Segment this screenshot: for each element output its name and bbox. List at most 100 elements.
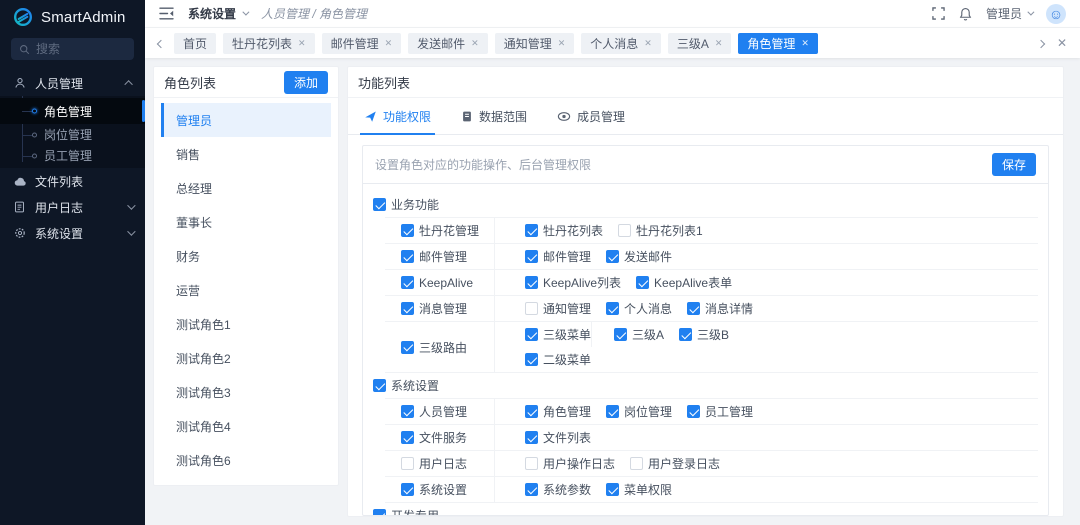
sidebar-item-role-management[interactable]: 角色管理: [0, 98, 145, 124]
permission-checkbox-item[interactable]: KeepAlive表单: [636, 274, 732, 291]
checkbox-checked[interactable]: [401, 340, 414, 354]
tabs-scroll-left-icon[interactable]: [155, 36, 167, 50]
role-list-item[interactable]: 财务: [161, 239, 331, 273]
app-logo[interactable]: SmartAdmin: [0, 0, 145, 32]
close-icon[interactable]: ✕: [385, 38, 393, 49]
permission-checkbox-item[interactable]: 岗位管理: [606, 403, 672, 420]
tabs-scroll-right-icon[interactable]: [1035, 36, 1047, 50]
page-tab[interactable]: 牡丹花列表 ✕: [223, 32, 315, 54]
permission-checkbox-item[interactable]: 系统设置: [373, 377, 439, 394]
permission-checkbox-item[interactable]: 三级路由: [401, 339, 467, 356]
page-tab[interactable]: 三级A ✕: [667, 32, 732, 54]
page-tab[interactable]: 发送邮件 ✕: [408, 32, 488, 54]
role-list-item[interactable]: 销售: [161, 137, 331, 171]
panel-tab[interactable]: 成员管理: [557, 98, 625, 134]
sidebar-search[interactable]: [11, 38, 134, 60]
add-role-button[interactable]: 添加: [283, 70, 328, 94]
checkbox-checked[interactable]: [525, 405, 538, 418]
checkbox-checked[interactable]: [525, 328, 538, 341]
checkbox-checked[interactable]: [679, 328, 693, 341]
permission-checkbox-item[interactable]: 消息详情: [687, 300, 753, 317]
sidebar-item-post-management[interactable]: 岗位管理: [0, 124, 145, 145]
user-menu[interactable]: 管理员: [986, 5, 1035, 22]
checkbox-checked[interactable]: [525, 276, 538, 289]
bell-icon[interactable]: [959, 7, 972, 21]
page-tab[interactable]: 首页: [174, 32, 217, 54]
search-input[interactable]: [36, 42, 126, 56]
close-icon[interactable]: ✕: [644, 38, 652, 49]
checkbox-checked[interactable]: [525, 483, 538, 496]
permission-checkbox-item[interactable]: 牡丹花管理: [401, 222, 479, 239]
role-list-item[interactable]: 总经理: [161, 171, 331, 205]
checkbox-unchecked[interactable]: [525, 457, 538, 470]
permission-checkbox-item[interactable]: 消息管理: [401, 300, 467, 317]
permission-checkbox-item[interactable]: 个人消息: [606, 300, 672, 317]
checkbox-unchecked[interactable]: [401, 457, 414, 470]
permission-checkbox-item[interactable]: 文件服务: [401, 429, 467, 446]
role-list-item[interactable]: 测试角色1: [161, 307, 331, 341]
permission-checkbox-item[interactable]: 人员管理: [401, 403, 467, 420]
sidebar-item-user-logs[interactable]: 用户日志: [0, 194, 145, 220]
checkbox-checked[interactable]: [606, 483, 620, 496]
checkbox-checked[interactable]: [373, 509, 386, 515]
page-tab[interactable]: 个人消息 ✕: [581, 32, 661, 54]
permission-checkbox-item[interactable]: 菜单权限: [606, 481, 672, 498]
checkbox-checked[interactable]: [373, 379, 386, 392]
close-icon[interactable]: ✕: [715, 38, 723, 49]
checkbox-checked[interactable]: [525, 250, 538, 263]
panel-tab[interactable]: 数据范围: [461, 98, 527, 134]
role-list-item[interactable]: 测试角色3: [161, 375, 331, 409]
checkbox-checked[interactable]: [525, 431, 538, 444]
panel-tab[interactable]: 功能权限: [359, 98, 436, 135]
permission-checkbox-item[interactable]: 角色管理: [525, 403, 591, 420]
permission-checkbox-item[interactable]: 系统设置: [401, 481, 467, 498]
page-tab[interactable]: 角色管理 ✕: [738, 32, 818, 54]
permission-checkbox-item[interactable]: 三级菜单: [525, 326, 591, 343]
permission-checkbox-item[interactable]: 开发专用: [373, 507, 439, 515]
permission-checkbox-item[interactable]: 用户日志: [401, 455, 467, 472]
close-icon[interactable]: ✕: [471, 38, 479, 49]
permission-checkbox-item[interactable]: 邮件管理: [401, 248, 467, 265]
role-list-item[interactable]: 运营: [161, 273, 331, 307]
sidebar-item-file-list[interactable]: 文件列表: [0, 168, 145, 194]
permission-checkbox-item[interactable]: KeepAlive: [401, 276, 473, 290]
role-list-item[interactable]: 测试角色4: [161, 409, 331, 443]
checkbox-checked[interactable]: [614, 328, 628, 341]
checkbox-unchecked[interactable]: [630, 457, 644, 470]
role-list-item[interactable]: 管理员: [161, 103, 331, 137]
permission-checkbox-item[interactable]: 牡丹花列表: [525, 222, 603, 239]
page-tab[interactable]: 邮件管理 ✕: [321, 32, 402, 54]
permission-checkbox-item[interactable]: 系统参数: [525, 481, 591, 498]
checkbox-checked[interactable]: [401, 431, 414, 444]
permission-checkbox-item[interactable]: 三级B: [679, 326, 729, 343]
close-icon[interactable]: ✕: [558, 38, 566, 49]
checkbox-checked[interactable]: [401, 302, 414, 315]
fullscreen-icon[interactable]: [932, 7, 945, 20]
close-icon[interactable]: ✕: [801, 38, 809, 49]
permission-checkbox-item[interactable]: 员工管理: [687, 403, 753, 420]
checkbox-checked[interactable]: [636, 276, 650, 289]
permission-checkbox-item[interactable]: 发送邮件: [606, 248, 672, 265]
checkbox-checked[interactable]: [606, 250, 620, 263]
permission-checkbox-item[interactable]: 牡丹花列表1: [618, 222, 703, 239]
permission-checkbox-item[interactable]: 二级菜单: [525, 351, 591, 368]
checkbox-checked[interactable]: [687, 405, 701, 418]
save-button[interactable]: 保存: [991, 153, 1036, 176]
user-avatar[interactable]: ☺: [1046, 3, 1066, 24]
checkbox-checked[interactable]: [606, 302, 620, 315]
permission-checkbox-item[interactable]: 用户操作日志: [525, 455, 615, 472]
close-icon[interactable]: ✕: [298, 38, 306, 49]
checkbox-checked[interactable]: [401, 405, 414, 418]
role-list-item[interactable]: 董事长: [161, 205, 331, 239]
checkbox-checked[interactable]: [606, 405, 620, 418]
sidebar-item-personnel[interactable]: 人员管理: [0, 70, 145, 96]
checkbox-checked[interactable]: [401, 276, 414, 289]
checkbox-checked[interactable]: [373, 198, 386, 211]
checkbox-checked[interactable]: [401, 224, 414, 237]
menu-fold-icon[interactable]: [159, 7, 174, 20]
permission-checkbox-item[interactable]: 邮件管理: [525, 248, 591, 265]
tabs-close-icon[interactable]: ✕: [1054, 36, 1070, 50]
checkbox-checked[interactable]: [525, 224, 538, 237]
page-tab[interactable]: 通知管理 ✕: [494, 32, 575, 54]
permission-checkbox-item[interactable]: 通知管理: [525, 300, 591, 317]
